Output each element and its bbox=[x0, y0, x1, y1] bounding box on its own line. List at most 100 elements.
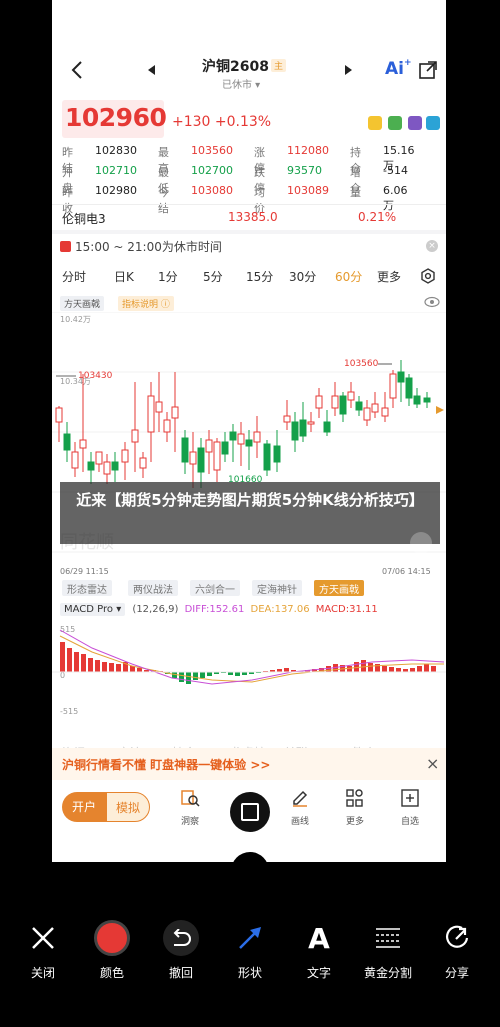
candle-body bbox=[103, 461, 111, 475]
lme-change: 0.21% bbox=[358, 210, 397, 224]
back-icon[interactable] bbox=[70, 60, 84, 80]
next-contract-icon[interactable] bbox=[344, 65, 352, 75]
expand-icon[interactable] bbox=[410, 532, 432, 554]
candle-body bbox=[171, 406, 179, 419]
eye-icon[interactable] bbox=[424, 296, 440, 308]
settings-icon[interactable] bbox=[420, 268, 436, 284]
close-tool[interactable]: 关闭 bbox=[13, 920, 73, 981]
tab-0[interactable]: 分时 bbox=[62, 268, 86, 285]
share-arc-icon bbox=[445, 925, 469, 948]
tool-tag[interactable]: 形态雷达 bbox=[62, 580, 112, 596]
stat-label: 量 bbox=[350, 186, 361, 199]
candle-body bbox=[381, 407, 389, 417]
text-icon: A bbox=[308, 921, 330, 955]
share-icon[interactable] bbox=[418, 60, 438, 80]
tool-tag[interactable]: 方天画戟 bbox=[314, 580, 364, 596]
watchlist-button[interactable]: 自选 bbox=[392, 788, 428, 827]
ai-icon[interactable]: Ai+ bbox=[385, 58, 412, 79]
date-right: 07/06 14:15 bbox=[382, 567, 431, 574]
macd-bar bbox=[109, 663, 114, 672]
candle-body bbox=[331, 395, 339, 409]
y-axis-top: 10.42万 bbox=[60, 315, 91, 324]
candle-body bbox=[307, 421, 315, 425]
indicator-tag[interactable]: 方天画戟 bbox=[60, 296, 105, 311]
shape-tool[interactable]: 形状 bbox=[220, 920, 280, 981]
prev-contract-icon[interactable] bbox=[148, 65, 156, 75]
stat-value: 102710 bbox=[95, 164, 137, 177]
tab-5[interactable]: 30分 bbox=[289, 268, 316, 285]
close-promo-icon[interactable]: × bbox=[426, 754, 439, 773]
candle-body bbox=[139, 457, 147, 469]
candle-body bbox=[131, 429, 139, 443]
candle-body bbox=[397, 371, 405, 383]
fibonacci-tool[interactable]: 黄金分割 bbox=[358, 920, 418, 981]
stat-value: 103080 bbox=[191, 184, 233, 197]
tool-icon-4[interactable] bbox=[426, 116, 440, 130]
color-tool[interactable]: 颜色 bbox=[82, 920, 142, 981]
tool-tag[interactable]: 定海神针 bbox=[252, 580, 302, 596]
candle-body bbox=[55, 407, 63, 423]
macd-bar bbox=[284, 668, 289, 672]
tool-icon-2[interactable] bbox=[388, 116, 402, 130]
tab-6[interactable]: 60分 bbox=[335, 268, 362, 285]
contract-title: 沪铜2608 主 bbox=[202, 56, 286, 76]
macd-bar bbox=[116, 664, 121, 672]
macd-bar bbox=[417, 666, 422, 672]
tab-3[interactable]: 5分 bbox=[203, 268, 223, 285]
stat-value: 93570 bbox=[287, 164, 322, 177]
period-tabs: 分时 日K 1分 5分 15分 30分 60分 更多 bbox=[52, 268, 446, 290]
macd-bar bbox=[368, 663, 373, 672]
bottom-bar: 开户 模拟 洞察 画线 更多 自选 bbox=[52, 780, 446, 840]
undo-icon bbox=[173, 929, 191, 946]
market-status[interactable]: 已休市 ▾ bbox=[222, 76, 260, 91]
macd-bar bbox=[102, 662, 107, 672]
candle-body bbox=[237, 433, 245, 445]
macd-header: MACD Pro ▾ (12,26,9) DIFF:152.61 DEA:137… bbox=[60, 603, 378, 616]
insight-button[interactable]: 洞察 bbox=[172, 788, 208, 827]
color-swatch-icon bbox=[94, 920, 130, 956]
label-high: 103560 bbox=[344, 359, 379, 369]
stat-value: 102700 bbox=[191, 164, 233, 177]
close-notice-icon[interactable]: × bbox=[426, 240, 438, 252]
macd-bar bbox=[186, 672, 191, 684]
macd-bar bbox=[81, 654, 86, 672]
macd-bar bbox=[67, 648, 72, 672]
macd-bar bbox=[389, 667, 394, 672]
promo-banner[interactable]: 沪铜行情看不懂 盯盘神器一键体验 >> × bbox=[52, 748, 446, 780]
undo-tool[interactable]: 撤回 bbox=[151, 920, 211, 981]
candle-body bbox=[245, 439, 253, 447]
clock-icon bbox=[60, 241, 71, 252]
date-left: 06/29 11:15 bbox=[60, 567, 109, 574]
tab-4[interactable]: 15分 bbox=[246, 268, 273, 285]
draw-line-button[interactable]: 画线 bbox=[282, 788, 318, 827]
tool-tag[interactable]: 两仪战法 bbox=[128, 580, 178, 596]
share-tool[interactable]: 分享 bbox=[427, 920, 487, 981]
capture-button[interactable] bbox=[230, 792, 270, 832]
more-button[interactable]: 更多 bbox=[337, 788, 373, 827]
overlay-title: 近来【期货5分钟走势图片期货5分钟K线分析技巧】 bbox=[60, 482, 440, 544]
macd-svg: 5150-515 bbox=[52, 625, 446, 716]
pencil-icon bbox=[293, 790, 308, 807]
open-account-button[interactable]: 开户 bbox=[62, 792, 106, 822]
candle-body bbox=[283, 415, 291, 423]
tool-icon-3[interactable] bbox=[408, 116, 422, 130]
tool-icon-1[interactable] bbox=[368, 116, 382, 130]
lme-price: 13385.0 bbox=[228, 210, 278, 224]
candle-body bbox=[339, 395, 347, 415]
stat-value: -514 bbox=[383, 164, 408, 177]
tool-tag[interactable]: 六剑合一 bbox=[190, 580, 240, 596]
tab-7[interactable]: 更多 bbox=[377, 268, 401, 285]
macd-bar bbox=[179, 672, 184, 682]
macd-selector[interactable]: MACD Pro ▾ bbox=[60, 603, 126, 616]
candle-body bbox=[79, 439, 87, 449]
tab-1[interactable]: 日K bbox=[114, 268, 134, 285]
text-tool[interactable]: A 文字 bbox=[289, 920, 349, 981]
label-103430: 103430 bbox=[78, 371, 113, 381]
candle-body bbox=[253, 431, 261, 443]
indicator-help-link[interactable]: 指标说明 ⓘ bbox=[118, 296, 174, 311]
simulate-button[interactable]: 模拟 bbox=[106, 792, 150, 822]
tab-2[interactable]: 1分 bbox=[158, 268, 178, 285]
macd-bar bbox=[410, 668, 415, 672]
candle-body bbox=[197, 447, 205, 473]
price-change: +130 +0.13% bbox=[172, 114, 272, 130]
